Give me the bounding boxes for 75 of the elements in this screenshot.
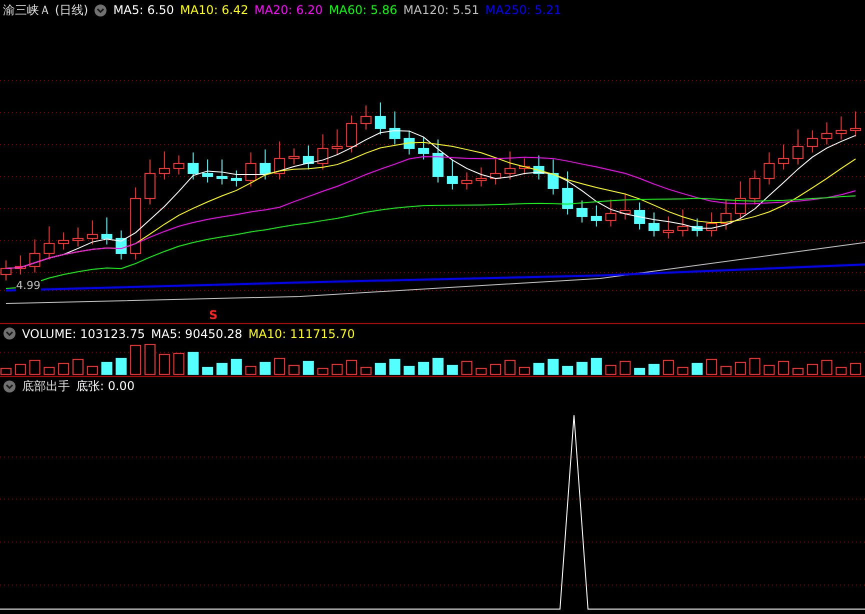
candlestick xyxy=(332,128,343,155)
candlestick xyxy=(144,158,156,205)
candlestick xyxy=(461,172,472,190)
moving-average-value: MA10: 6.42 xyxy=(180,3,248,17)
candlestick xyxy=(749,170,760,205)
collapse-icon[interactable] xyxy=(3,380,16,394)
moving-average-value: MA20: 6.20 xyxy=(254,3,323,17)
candlestick xyxy=(648,212,660,237)
candlestick xyxy=(158,150,170,180)
volume-value: VOLUME: 103123.75 xyxy=(22,326,145,341)
candlestick xyxy=(216,158,228,185)
candlestick xyxy=(374,102,386,135)
candlestick xyxy=(692,218,703,237)
candlestick xyxy=(29,238,40,273)
moving-average-value: MA5: 6.50 xyxy=(113,3,174,17)
candlestick xyxy=(446,158,458,190)
candlestick xyxy=(662,216,674,239)
candlestick xyxy=(389,110,400,145)
moving-average-value: MA120: 5.51 xyxy=(403,3,480,17)
candlestick xyxy=(173,154,184,175)
stock-title: 渝三峡Ａ (日线) xyxy=(3,2,88,18)
candlestick xyxy=(58,232,70,250)
indicator-value: 底张: 0.00 xyxy=(76,378,135,396)
candlestick xyxy=(346,114,358,153)
candlestick xyxy=(778,144,790,170)
collapse-icon[interactable] xyxy=(3,327,16,340)
candlestick xyxy=(590,204,602,227)
candlestick xyxy=(634,202,646,230)
candlestick xyxy=(86,220,98,245)
candlestick xyxy=(476,166,487,187)
candlestick xyxy=(432,138,444,183)
volume-value: MA10: 111715.70 xyxy=(248,326,355,341)
candlestick xyxy=(360,104,372,130)
candlestick xyxy=(706,212,718,237)
candlestick xyxy=(288,148,300,165)
low-price-label: 4.99 xyxy=(16,280,40,292)
candlestick xyxy=(202,158,214,183)
candlestick xyxy=(734,180,746,220)
candlestick xyxy=(677,208,688,237)
moving-average-value: MA60: 5.86 xyxy=(328,3,398,17)
candlestick xyxy=(490,158,502,185)
candlestick xyxy=(230,170,242,187)
candlestick xyxy=(850,110,862,137)
candlestick xyxy=(764,152,775,185)
candlestick xyxy=(317,134,328,170)
candlestick xyxy=(418,136,430,160)
candlestick xyxy=(101,216,112,245)
candlestick xyxy=(548,158,559,195)
volume-value: MA5: 90450.28 xyxy=(151,326,242,341)
candlestick xyxy=(260,148,271,180)
indicator-name: 底部出手 xyxy=(22,378,70,396)
candlestick xyxy=(720,198,732,230)
candlestick xyxy=(302,144,314,170)
candlestick xyxy=(274,140,286,180)
candlestick xyxy=(188,152,199,180)
candlestick xyxy=(792,128,804,165)
candlestick xyxy=(562,170,574,215)
candlestick xyxy=(404,130,415,155)
candlestick xyxy=(116,230,127,260)
candlestick xyxy=(620,192,631,220)
candlestick xyxy=(806,130,818,153)
candlestick xyxy=(14,254,26,275)
candlestick xyxy=(576,200,588,223)
candlestick xyxy=(605,198,616,227)
moving-average-value: MA250: 5.21 xyxy=(485,3,562,17)
candlestick xyxy=(821,122,832,145)
signal-mark: S xyxy=(209,308,218,322)
candlestick xyxy=(44,226,55,260)
candlestick xyxy=(72,226,84,247)
candlestick xyxy=(245,152,256,187)
candlestick xyxy=(518,158,530,175)
candlestick xyxy=(533,154,544,180)
candlestick xyxy=(836,116,847,140)
collapse-icon[interactable] xyxy=(94,4,108,16)
candlestick xyxy=(504,150,516,180)
